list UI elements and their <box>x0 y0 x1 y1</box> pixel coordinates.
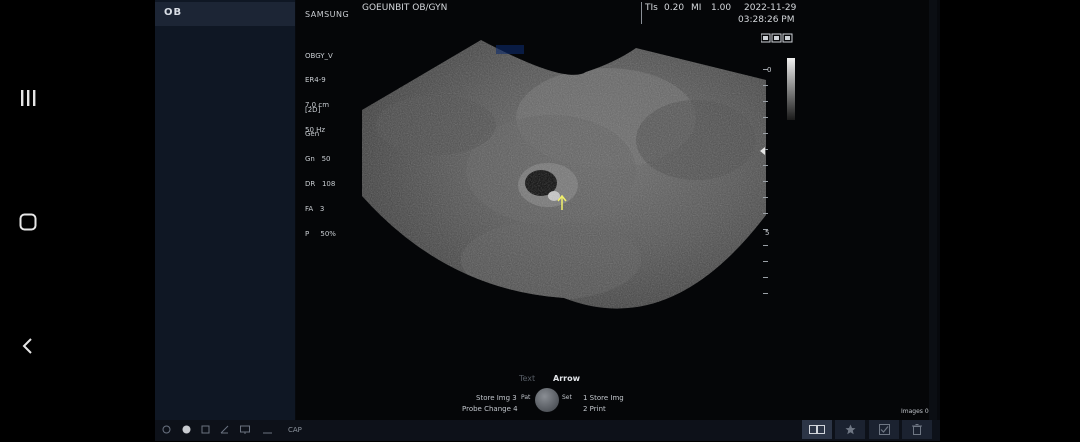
mode-label: OB <box>164 7 183 18</box>
focus-marker-icon <box>760 147 765 155</box>
settings-icon[interactable] <box>161 425 172 436</box>
trash-icon[interactable] <box>902 420 932 439</box>
text-tab[interactable]: Text <box>519 374 535 383</box>
depth-mark-0: 0 <box>767 66 772 74</box>
recent-apps-icon[interactable] <box>14 84 42 112</box>
knob-left-top[interactable]: Store Img 3 <box>476 394 517 402</box>
arrow-tab[interactable]: Arrow <box>553 374 580 383</box>
display-icon[interactable] <box>239 425 250 436</box>
back-icon[interactable] <box>14 332 42 360</box>
home-icon[interactable] <box>14 208 42 236</box>
knob-right-small: Set <box>562 394 572 401</box>
ultrasound-image <box>362 40 766 309</box>
control-knob[interactable] <box>535 388 559 412</box>
star-icon[interactable] <box>835 420 865 439</box>
scroll-strip <box>929 0 937 420</box>
knob-right-top[interactable]: 1 Store Img <box>583 394 624 402</box>
grayscale-bar <box>787 58 795 120</box>
system-nav-bar <box>0 0 155 441</box>
annotation-icon[interactable] <box>219 425 230 436</box>
knob-left-bottom[interactable]: Probe Change 4 <box>462 405 518 413</box>
depth-scale <box>760 60 772 310</box>
mode-header[interactable]: OB <box>155 2 295 26</box>
freeze-icon[interactable] <box>200 425 211 436</box>
left-panel: OB <box>155 0 295 420</box>
divider-icon <box>262 425 273 436</box>
knob-right-bottom[interactable]: 2 Print <box>583 405 606 413</box>
check-icon[interactable] <box>869 420 899 439</box>
depth-mark-5: 5 <box>765 229 770 237</box>
cap-label[interactable]: CAP <box>288 426 302 434</box>
knob-left-small: Pat <box>521 394 531 401</box>
dual-view-button[interactable] <box>802 420 832 439</box>
images-count: Images 0 <box>901 408 929 415</box>
record-icon[interactable] <box>181 425 192 436</box>
